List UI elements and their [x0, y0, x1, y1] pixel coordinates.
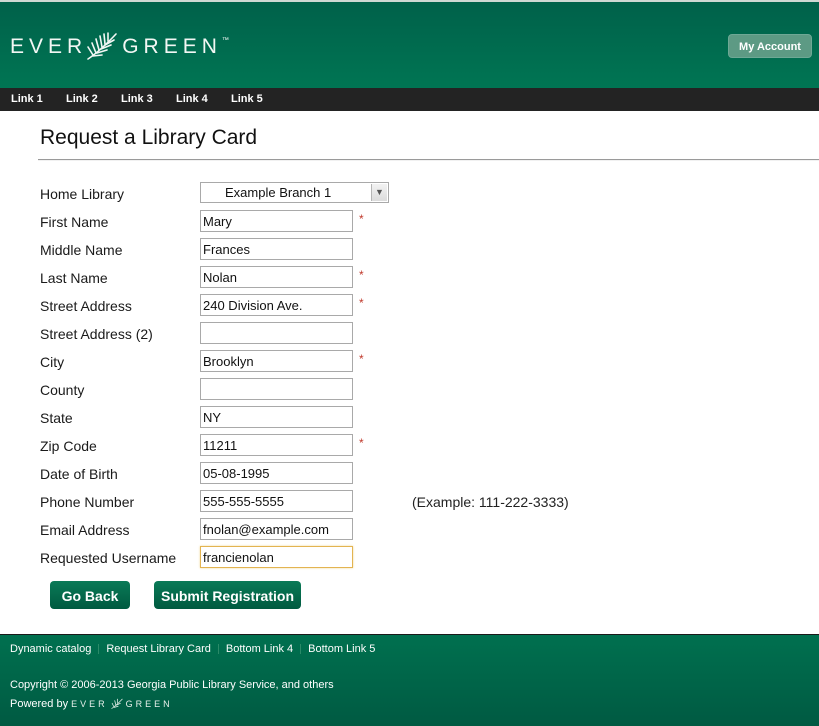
footer-link-dynamic-catalog[interactable]: Dynamic catalog — [10, 643, 91, 655]
form-row-street-address: Street Address * — [0, 294, 819, 318]
form-row-date-of-birth: Date of Birth — [0, 462, 819, 486]
my-account-button[interactable]: My Account — [728, 34, 812, 58]
city-label: City — [40, 354, 65, 370]
form-row-city: City * — [0, 350, 819, 374]
street-address-input[interactable] — [200, 294, 353, 316]
form-row-zip-code: Zip Code * — [0, 434, 819, 458]
required-asterisk: * — [359, 352, 364, 366]
city-input[interactable] — [200, 350, 353, 372]
first-name-input[interactable] — [200, 210, 353, 232]
middle-name-label: Middle Name — [40, 242, 123, 258]
footer-separator — [98, 644, 100, 655]
street-address-2-input[interactable] — [200, 322, 353, 344]
nav-link-4[interactable]: Link 4 — [176, 88, 208, 111]
zip-code-input[interactable] — [200, 434, 353, 456]
home-library-select[interactable]: Example Branch 1 ▼ — [200, 182, 389, 203]
form-row-home-library: Home Library Example Branch 1 ▼ — [0, 182, 819, 206]
required-asterisk: * — [359, 436, 364, 450]
form-row-state: State — [0, 406, 819, 430]
phone-number-label: Phone Number — [40, 494, 135, 510]
last-name-label: Last Name — [40, 270, 108, 286]
first-name-label: First Name — [40, 214, 109, 230]
email-address-label: Email Address — [40, 522, 130, 538]
street-address-2-label: Street Address (2) — [40, 326, 153, 342]
copyright-text: Copyright © 2006-2013 Georgia Public Lib… — [10, 679, 334, 691]
title-divider — [38, 159, 819, 161]
fern-leaf-icon — [87, 32, 117, 60]
logo-text-left: EVER — [10, 35, 88, 58]
home-library-selected: Example Branch 1 — [225, 185, 332, 200]
site-header: EVER GREEN ™ My Account — [0, 0, 819, 88]
zip-code-label: Zip Code — [40, 438, 97, 454]
form-row-last-name: Last Name * — [0, 266, 819, 290]
top-navigation: Link 1 Link 2 Link 3 Link 4 Link 5 — [0, 88, 819, 111]
powered-by-text: Powered by — [10, 698, 69, 710]
last-name-input[interactable] — [200, 266, 353, 288]
date-of-birth-label: Date of Birth — [40, 466, 118, 482]
date-of-birth-input[interactable] — [200, 462, 353, 484]
trademark-mark: ™ — [221, 36, 229, 44]
nav-link-1[interactable]: Link 1 — [11, 88, 43, 111]
site-footer: Dynamic catalog Request Library Card Botto… — [0, 634, 819, 726]
nav-link-3[interactable]: Link 3 — [121, 88, 153, 111]
footer-link-request-library-card[interactable]: Request Library Card — [106, 643, 211, 655]
state-input[interactable] — [200, 406, 353, 428]
logo-text-right: GREEN — [122, 35, 222, 58]
state-label: State — [40, 410, 73, 426]
requested-username-input[interactable] — [200, 546, 353, 568]
form-row-first-name: First Name * — [0, 210, 819, 234]
footer-separator — [217, 644, 219, 655]
evergreen-mini-logo[interactable]: EVER GREEN — [71, 698, 173, 710]
evergreen-logo[interactable]: EVER GREEN ™ — [10, 32, 229, 62]
nav-link-5[interactable]: Link 5 — [231, 88, 263, 111]
nav-link-2[interactable]: Link 2 — [66, 88, 98, 111]
submit-registration-button[interactable]: Submit Registration — [154, 581, 301, 609]
form-row-street-address-2: Street Address (2) — [0, 322, 819, 346]
middle-name-input[interactable] — [200, 238, 353, 260]
footer-links: Dynamic catalog Request Library Card Botto… — [10, 643, 375, 655]
home-library-label: Home Library — [40, 186, 125, 202]
fern-leaf-icon — [110, 698, 123, 709]
footer-link-bottom-4[interactable]: Bottom Link 4 — [226, 643, 293, 655]
powered-by: Powered by EVER GREEN — [10, 698, 173, 710]
requested-username-label: Requested Username — [40, 550, 177, 566]
email-address-input[interactable] — [200, 518, 353, 540]
form-row-email-address: Email Address — [0, 518, 819, 542]
street-address-label: Street Address — [40, 298, 132, 314]
form-row-middle-name: Middle Name — [0, 238, 819, 262]
phone-number-input[interactable] — [200, 490, 353, 512]
footer-link-bottom-5[interactable]: Bottom Link 5 — [308, 643, 375, 655]
go-back-button[interactable]: Go Back — [50, 581, 130, 609]
form-row-county: County — [0, 378, 819, 402]
required-asterisk: * — [359, 212, 364, 226]
county-input[interactable] — [200, 378, 353, 400]
mini-logo-right: GREEN — [125, 699, 173, 709]
required-asterisk: * — [359, 296, 364, 310]
form-row-phone-number: Phone Number (Example: 111-222-3333) — [0, 490, 819, 514]
mini-logo-left: EVER — [71, 699, 108, 709]
chevron-down-icon[interactable]: ▼ — [371, 184, 387, 201]
footer-separator — [300, 644, 302, 655]
required-asterisk: * — [359, 268, 364, 282]
form-row-requested-username: Requested Username — [0, 546, 819, 570]
phone-number-hint: (Example: 111-222-3333) — [412, 494, 569, 510]
page-title: Request a Library Card — [40, 126, 258, 149]
county-label: County — [40, 382, 85, 398]
